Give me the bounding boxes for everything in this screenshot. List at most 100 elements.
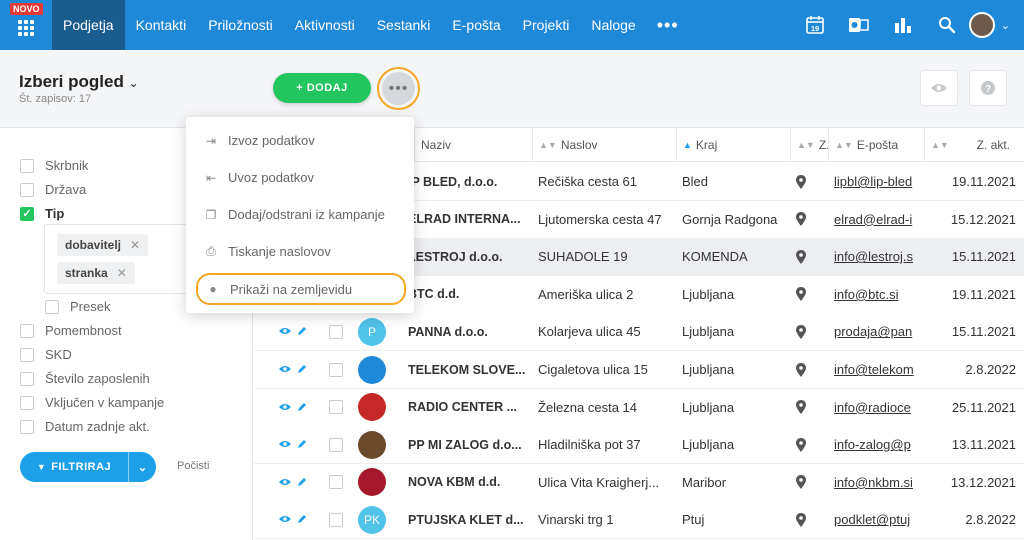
map-pin-icon[interactable] [796, 389, 806, 426]
company-name[interactable]: RADIO CENTER ... [408, 389, 528, 426]
company-name[interactable]: LESTROJ d.o.o. [408, 238, 528, 275]
filter-vkljucen-v-kampanje[interactable]: Vključen v kampanje [20, 395, 164, 410]
company-name[interactable]: ELRAD INTERNA... [408, 201, 528, 238]
row-checkbox[interactable] [329, 512, 343, 527]
view-eye-icon[interactable] [278, 324, 292, 339]
col-eposta[interactable]: ▲▼ E-pošta [828, 128, 924, 162]
checkbox[interactable] [20, 347, 34, 362]
view-eye-icon[interactable] [278, 437, 292, 452]
map-pin-icon[interactable] [796, 238, 806, 275]
view-eye-icon[interactable] [278, 400, 292, 415]
edit-pencil-icon[interactable] [297, 400, 307, 415]
checkbox[interactable] [20, 395, 34, 410]
row-checkbox[interactable] [329, 437, 343, 452]
edit-pencil-icon[interactable] [297, 512, 307, 527]
company-email[interactable]: prodaja@pan [834, 313, 916, 350]
table-row[interactable]: TELEKOM SLOVE... Cigaletova ulica 15 Ljubl… [254, 351, 1024, 389]
checkbox[interactable] [20, 158, 34, 173]
filter-drzava[interactable]: Država [20, 182, 86, 197]
menu-campaign[interactable]: ❐ Dodaj/odstrani iz kampanje [204, 207, 385, 222]
filter-skd[interactable]: SKD [20, 347, 72, 362]
filter-button[interactable]: ▼ FILTRIRAJ ⌄ [20, 452, 156, 482]
help-button[interactable]: ? [969, 70, 1007, 106]
view-eye-icon[interactable] [278, 362, 292, 377]
company-email[interactable]: info@nkbm.si [834, 464, 916, 501]
table-row[interactable]: NOVA KBM d.d. Ulica Vita Kraigherj... Mari… [254, 463, 1024, 502]
nav-eposta[interactable]: E-pošta [441, 0, 511, 50]
map-pin-icon[interactable] [796, 276, 806, 313]
filter-tip[interactable]: ✓ Tip [20, 206, 64, 221]
filter-main-button[interactable]: ▼ FILTRIRAJ [20, 452, 128, 482]
col-z-akt[interactable]: ▲▼ Z. akt. [924, 128, 1024, 162]
company-email[interactable]: podklet@ptuj [834, 501, 916, 538]
company-name[interactable]: PP MI ZALOG d.o... [408, 426, 528, 463]
row-checkbox[interactable] [329, 324, 343, 339]
user-avatar[interactable] [968, 12, 995, 38]
filter-pomembnost[interactable]: Pomembnost [20, 323, 122, 338]
more-actions-button[interactable]: ••• [377, 67, 420, 110]
checkbox-checked[interactable]: ✓ [20, 206, 34, 221]
table-row[interactable]: P PANNA d.o.o. Kolarjeva ulica 45 Ljubljana… [254, 313, 1024, 352]
filter-skrbnik[interactable]: Skrbnik [20, 158, 88, 173]
menu-print-addresses[interactable]: ⎙ Tiskanje naslovov [204, 244, 331, 259]
edit-pencil-icon[interactable] [297, 475, 307, 490]
menu-import[interactable]: ⇤ Uvoz podatkov [204, 170, 314, 185]
company-name[interactable]: PANNA d.o.o. [408, 313, 528, 350]
add-button[interactable]: + DODAJ [273, 73, 371, 103]
company-email[interactable]: lipbl@lip-bled [834, 163, 916, 200]
map-pin-icon[interactable] [796, 163, 806, 200]
reports-chart-icon[interactable] [881, 0, 925, 50]
user-menu-chevron-icon[interactable]: ⌄ [1001, 19, 1010, 32]
company-email[interactable]: info@radioce [834, 389, 916, 426]
nav-projekti[interactable]: Projekti [512, 0, 581, 50]
menu-show-on-map[interactable]: ● Prikaži na zemljevidu [196, 273, 406, 305]
view-eye-icon[interactable] [278, 512, 292, 527]
company-name[interactable]: IP BLED, d.o.o. [408, 163, 528, 200]
visibility-button[interactable] [920, 70, 958, 106]
company-name[interactable]: TELEKOM SLOVE... [408, 351, 528, 388]
filter-dropdown-chevron-icon[interactable]: ⌄ [128, 452, 156, 482]
checkbox[interactable] [20, 371, 34, 386]
col-kraj[interactable]: ▲ Kraj [676, 128, 790, 162]
nav-priloznosti[interactable]: Priložnosti [197, 0, 284, 50]
filter-datum-zadnje-akt[interactable]: Datum zadnje akt. [20, 419, 150, 434]
map-pin-icon[interactable] [796, 313, 806, 350]
table-row[interactable]: RADIO CENTER ... Železna cesta 14 Ljubljan… [254, 388, 1024, 427]
company-name[interactable]: BTC d.d. [408, 276, 528, 313]
company-email[interactable]: info@telekom [834, 351, 916, 388]
company-email[interactable]: info-zalog@p [834, 426, 916, 463]
map-pin-icon[interactable] [796, 426, 806, 463]
apps-menu-button[interactable]: NOVO [0, 0, 52, 50]
filter-presek[interactable]: Presek [45, 299, 110, 314]
row-checkbox[interactable] [329, 362, 343, 377]
view-eye-icon[interactable] [278, 475, 292, 490]
nav-sestanki[interactable]: Sestanki [366, 0, 442, 50]
calendar-icon[interactable]: 19 [793, 0, 837, 50]
checkbox[interactable] [20, 419, 34, 434]
menu-export[interactable]: ⇥ Izvoz podatkov [204, 133, 315, 148]
table-row[interactable]: PK PTUJSKA KLET d... Vinarski trg 1 Ptuj pod… [254, 501, 1024, 540]
remove-tag-icon[interactable]: ✕ [130, 238, 140, 252]
row-checkbox[interactable] [329, 400, 343, 415]
checkbox[interactable] [20, 323, 34, 338]
edit-pencil-icon[interactable] [297, 362, 307, 377]
search-icon[interactable] [925, 0, 969, 50]
checkbox[interactable] [20, 182, 34, 197]
clear-filters-link[interactable]: Počisti [177, 460, 209, 472]
company-name[interactable]: PTUJSKA KLET d... [408, 501, 528, 538]
remove-tag-icon[interactable]: ✕ [117, 266, 127, 280]
filter-stevilo-zaposlenih[interactable]: Število zaposlenih [20, 371, 150, 386]
col-naslov[interactable]: ▲▼ Naslov [532, 128, 676, 162]
col-z[interactable]: ▲▼ Z. [790, 128, 830, 162]
nav-more-button[interactable]: ••• [647, 0, 689, 50]
company-email[interactable]: elrad@elrad-i [834, 201, 916, 238]
map-pin-icon[interactable] [796, 351, 806, 388]
nav-naloge[interactable]: Naloge [580, 0, 646, 50]
checkbox[interactable] [45, 299, 59, 314]
map-pin-icon[interactable] [796, 501, 806, 538]
company-email[interactable]: info@lestroj.s [834, 238, 916, 275]
map-pin-icon[interactable] [796, 464, 806, 501]
table-row[interactable]: PP MI ZALOG d.o... Hladilniška pot 37 Ljub… [254, 426, 1024, 465]
nav-podjetja[interactable]: Podjetja [52, 0, 125, 50]
company-name[interactable]: NOVA KBM d.d. [408, 464, 528, 501]
